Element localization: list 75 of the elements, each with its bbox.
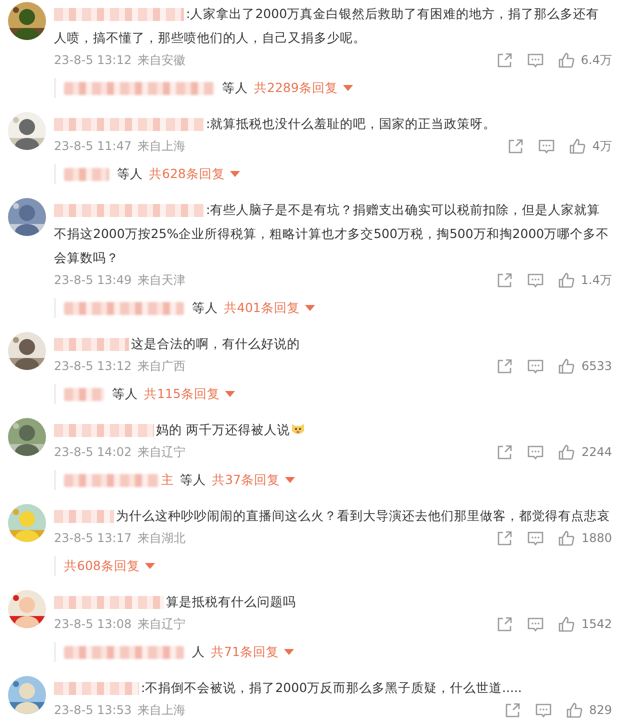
share-icon[interactable] (496, 358, 514, 374)
thumbs-up-icon[interactable] (558, 52, 575, 68)
reply-count-link[interactable]: 共2289条回复 (254, 80, 338, 96)
thumbs-up-icon[interactable] (558, 530, 576, 546)
comment-location: 来自上海 (138, 702, 186, 718)
share-icon[interactable] (496, 616, 514, 632)
others-label: 等人 (192, 300, 218, 316)
blurred-username[interactable] (64, 82, 214, 94)
comment-icon[interactable] (526, 52, 544, 68)
like-count: 1880 (581, 531, 612, 545)
like-count: 1.4万 (580, 272, 612, 288)
comment-location: 来自天津 (138, 272, 186, 288)
share-icon[interactable] (496, 444, 514, 460)
share-icon[interactable] (496, 52, 513, 68)
share-icon[interactable] (496, 530, 514, 546)
comment-icon[interactable] (535, 702, 552, 718)
thumbs-up-icon[interactable] (558, 272, 575, 288)
caret-icon[interactable] (144, 563, 155, 569)
comment-location: 来自辽宁 (138, 616, 186, 632)
share-icon[interactable] (496, 272, 513, 288)
comment-time: 23-8-5 13:12 (54, 359, 132, 373)
comment-location: 来自广西 (138, 358, 186, 374)
comment-location: 来自安徽 (138, 52, 186, 68)
blurred-username[interactable] (64, 646, 184, 658)
thumbs-up-icon[interactable] (558, 616, 576, 632)
reply-count-link[interactable]: 共115条回复 (144, 386, 220, 402)
comment-time: 23-8-5 13:49 (54, 273, 132, 287)
like-count: 6.4万 (580, 52, 612, 68)
caret-icon[interactable] (224, 391, 235, 397)
comment-location: 来自上海 (138, 138, 186, 154)
comment-time: 23-8-5 13:17 (54, 531, 132, 545)
comment-icon[interactable] (527, 444, 544, 460)
comment-time: 23-8-5 13:12 (54, 53, 132, 67)
like-count: 6533 (581, 359, 612, 373)
blurred-username[interactable] (64, 302, 184, 314)
comment-icon[interactable] (526, 272, 544, 288)
others-label: 等人 (112, 386, 138, 402)
comment-icon[interactable] (527, 358, 544, 374)
comment-icon[interactable] (527, 616, 544, 632)
comment-icon[interactable] (538, 138, 556, 154)
share-icon[interactable] (507, 138, 524, 154)
caret-icon[interactable] (304, 305, 315, 311)
comment-time: 23-8-5 11:47 (54, 139, 132, 153)
reply-count-link[interactable]: 共71条回复 (211, 644, 279, 660)
others-label: 等人 (117, 166, 143, 182)
thumbs-up-icon[interactable] (566, 702, 584, 718)
others-label: 等人 (180, 472, 206, 488)
reply-count-link[interactable]: 共628条回复 (149, 166, 225, 182)
reply-count-link[interactable]: 共37条回复 (212, 472, 280, 488)
comment-icon[interactable] (527, 530, 544, 546)
reply-count-link[interactable]: 共401条回复 (224, 300, 300, 316)
blurred-username[interactable] (64, 388, 104, 400)
comment-time: 23-8-5 13:08 (54, 617, 132, 631)
blurred-username[interactable] (64, 474, 159, 486)
others-label: 等人 (222, 80, 248, 96)
share-icon[interactable] (504, 702, 522, 718)
comment-time: 23-8-5 13:53 (54, 703, 132, 717)
caret-icon[interactable] (284, 649, 294, 655)
caret-icon[interactable] (284, 477, 295, 483)
thumbs-up-icon[interactable] (569, 138, 586, 154)
comment-location: 来自辽宁 (138, 444, 186, 460)
comment-time: 23-8-5 14:02 (54, 445, 132, 459)
reply-count-link[interactable]: 共608条回复 (64, 558, 140, 574)
caret-icon[interactable] (230, 171, 240, 177)
thumbs-up-icon[interactable] (558, 358, 576, 374)
like-count: 2244 (581, 445, 612, 459)
comment-location: 来自湖北 (138, 530, 186, 546)
blurred-username[interactable] (64, 168, 109, 180)
like-count: 1542 (581, 617, 612, 631)
like-count: 829 (589, 703, 612, 717)
others-label: 人 (192, 644, 205, 660)
username-fragment: 主 (161, 472, 174, 488)
caret-icon[interactable] (342, 85, 353, 91)
like-count: 4万 (592, 138, 612, 154)
thumbs-up-icon[interactable] (558, 444, 576, 460)
